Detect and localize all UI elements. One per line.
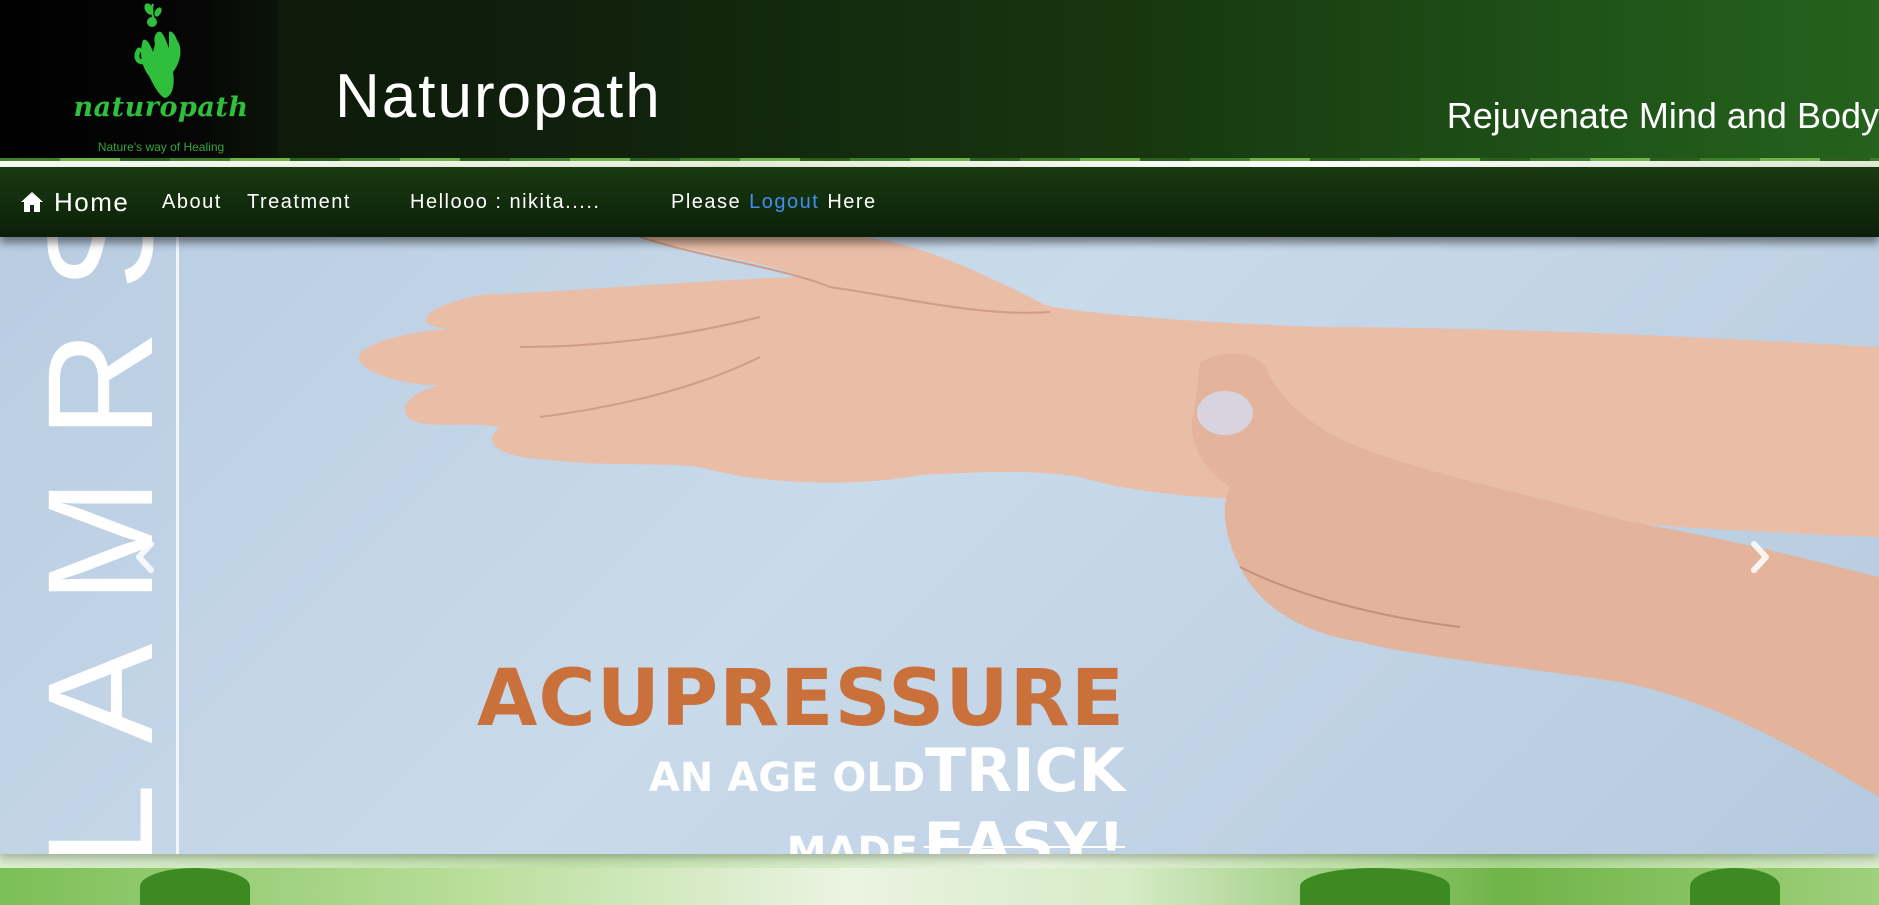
logo[interactable]: naturopath Nature's way of Healing bbox=[0, 0, 278, 162]
caption-line-2: AN AGE OLDTRICK bbox=[360, 741, 1125, 816]
hero-carousel: LAMRS ACUPRESSURE AN AGE OLDTRICK MADE E… bbox=[0, 237, 1879, 854]
logo-text: naturopath bbox=[73, 92, 249, 123]
nav-about[interactable]: About bbox=[162, 167, 222, 237]
nav-home[interactable]: Home bbox=[20, 167, 129, 237]
logout-prefix: Please bbox=[671, 190, 742, 213]
caption-title: ACUPRESSURE bbox=[477, 654, 1125, 744]
leaf-decoration bbox=[1690, 868, 1780, 905]
home-icon bbox=[21, 192, 43, 212]
side-banner-divider bbox=[176, 237, 179, 854]
slide-caption: ACUPRESSURE AN AGE OLDTRICK MADE EASY! bbox=[360, 657, 1125, 854]
chevron-right-icon[interactable] bbox=[1740, 532, 1780, 582]
nav-home-label: Home bbox=[54, 186, 130, 217]
caption-line-3-big: EASY! bbox=[923, 810, 1125, 854]
leaf-decoration bbox=[1300, 868, 1450, 905]
chevron-left-icon[interactable] bbox=[125, 532, 165, 582]
caption-line-2-big: TRICK bbox=[925, 736, 1125, 806]
logout-link[interactable]: Logout bbox=[749, 191, 819, 214]
caption-line-3: MADE EASY! bbox=[360, 815, 1125, 854]
logo-tagline: Nature's way of Healing bbox=[97, 140, 225, 154]
hand-leaf-icon bbox=[134, 3, 181, 99]
caption-line-2-small: AN AGE OLD bbox=[648, 755, 926, 801]
bottom-foliage bbox=[0, 868, 1879, 905]
site-header: naturopath Nature's way of Healing Natur… bbox=[0, 0, 1879, 162]
main-nav: Home About Treatment Hellooo : nikita...… bbox=[0, 167, 1879, 237]
site-title: Naturopath bbox=[335, 62, 662, 131]
nav-treatment[interactable]: Treatment bbox=[247, 167, 351, 237]
caption-line-3-small: MADE bbox=[786, 829, 918, 854]
leaf-decoration bbox=[140, 868, 250, 905]
logout-suffix: Here bbox=[827, 190, 877, 213]
site-tagline: Rejuvenate Mind and Body bbox=[1446, 95, 1879, 136]
logout-prompt: Please Logout Here bbox=[671, 167, 877, 237]
user-greeting: Hellooo : nikita..... bbox=[410, 190, 601, 213]
